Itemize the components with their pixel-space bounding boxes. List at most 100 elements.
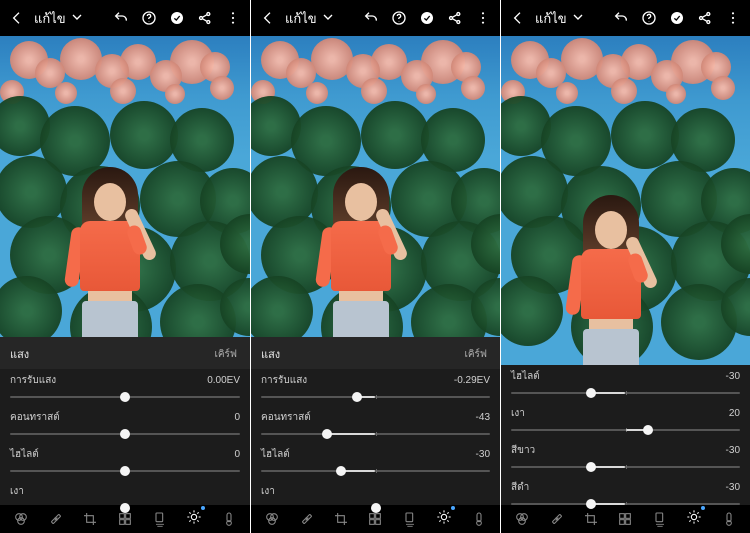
more-icon[interactable] bbox=[474, 9, 492, 27]
slider-track[interactable] bbox=[10, 464, 240, 478]
share-icon[interactable] bbox=[196, 9, 214, 27]
slider-knob[interactable] bbox=[336, 466, 346, 476]
slider-label: การรับแสง bbox=[261, 373, 307, 388]
slider-label: การรับแสง bbox=[10, 373, 56, 388]
help-icon[interactable] bbox=[390, 9, 408, 27]
slider-exposure[interactable]: การรับแสง 0.00EV bbox=[0, 369, 250, 406]
slider-knob[interactable] bbox=[643, 425, 653, 435]
tool-bar bbox=[501, 505, 750, 533]
help-icon[interactable] bbox=[140, 9, 158, 27]
share-icon[interactable] bbox=[696, 9, 714, 27]
editor-screen: แก้ไข ไฮไลต์ -30 bbox=[500, 0, 750, 533]
adjustments-panel: แสง เคิร์ฟ การรับแสง 0.00EV คอนทราสต์ 0 bbox=[0, 337, 250, 505]
slider-knob[interactable] bbox=[322, 429, 332, 439]
help-icon[interactable] bbox=[640, 9, 658, 27]
slider-value: -30 bbox=[476, 449, 490, 460]
slider-contrast[interactable]: คอนทราสต์ -43 bbox=[251, 406, 500, 443]
slider-exposure[interactable]: การรับแสง -0.29EV bbox=[251, 369, 500, 406]
curve-button[interactable]: เคิร์ฟ bbox=[214, 347, 240, 362]
mode-dropdown[interactable]: แก้ไข bbox=[535, 8, 586, 29]
tool-light-icon[interactable] bbox=[184, 509, 204, 529]
tool-versions-icon[interactable] bbox=[650, 509, 670, 529]
panel-section-header: แสง เคิร์ฟ bbox=[251, 337, 500, 369]
tool-healing-icon[interactable] bbox=[297, 509, 317, 529]
slider-track[interactable] bbox=[261, 427, 490, 441]
photo-canvas[interactable] bbox=[251, 36, 500, 337]
slider-value: 0 bbox=[234, 449, 240, 460]
slider-track[interactable] bbox=[511, 386, 740, 400]
slider-label: ไฮไลต์ bbox=[511, 369, 540, 384]
slider-value: -43 bbox=[476, 412, 490, 423]
slider-track[interactable] bbox=[511, 423, 740, 437]
tool-profiles-icon[interactable] bbox=[11, 509, 31, 529]
slider-highlights[interactable]: ไฮไลต์ -30 bbox=[251, 443, 500, 480]
slider-track[interactable] bbox=[261, 390, 490, 404]
tool-light-icon[interactable] bbox=[684, 509, 704, 529]
slider-shadows[interactable]: เงา 20 bbox=[501, 402, 750, 439]
tool-presets-icon[interactable] bbox=[615, 509, 635, 529]
slider-contrast[interactable]: คอนทราสต์ 0 bbox=[0, 406, 250, 443]
undo-icon[interactable] bbox=[612, 9, 630, 27]
slider-track[interactable] bbox=[10, 427, 240, 441]
more-icon[interactable] bbox=[224, 9, 242, 27]
slider-knob[interactable] bbox=[371, 503, 381, 513]
back-icon[interactable] bbox=[8, 9, 26, 27]
confirm-check-icon[interactable] bbox=[168, 9, 186, 27]
slider-value: -30 bbox=[726, 445, 740, 456]
slider-knob[interactable] bbox=[120, 392, 130, 402]
slider-knob[interactable] bbox=[120, 466, 130, 476]
slider-value: 0.00EV bbox=[207, 375, 240, 386]
tool-crop-icon[interactable] bbox=[331, 509, 351, 529]
mode-label: แก้ไข bbox=[535, 8, 567, 29]
slider-track[interactable] bbox=[511, 460, 740, 474]
slider-track[interactable] bbox=[261, 464, 490, 478]
mode-dropdown[interactable]: แก้ไข bbox=[34, 8, 85, 29]
slider-knob[interactable] bbox=[120, 429, 130, 439]
tool-light-icon[interactable] bbox=[434, 509, 454, 529]
tool-healing-icon[interactable] bbox=[46, 509, 66, 529]
slider-label: เงา bbox=[261, 484, 275, 499]
slider-knob[interactable] bbox=[586, 462, 596, 472]
top-app-bar: แก้ไข bbox=[501, 0, 750, 36]
slider-highlights[interactable]: ไฮไลต์ -30 bbox=[501, 365, 750, 402]
slider-value: -30 bbox=[726, 482, 740, 493]
tool-color-icon[interactable] bbox=[469, 509, 489, 529]
slider-highlights[interactable]: ไฮไลต์ 0 bbox=[0, 443, 250, 480]
photo-canvas[interactable] bbox=[0, 36, 250, 337]
undo-icon[interactable] bbox=[112, 9, 130, 27]
tool-versions-icon[interactable] bbox=[150, 509, 170, 529]
tool-profiles-icon[interactable] bbox=[262, 509, 282, 529]
tool-crop-icon[interactable] bbox=[581, 509, 601, 529]
tool-healing-icon[interactable] bbox=[547, 509, 567, 529]
mode-dropdown[interactable]: แก้ไข bbox=[285, 8, 336, 29]
photo-subject-person bbox=[301, 167, 421, 337]
tool-crop-icon[interactable] bbox=[80, 509, 100, 529]
slider-track[interactable] bbox=[10, 390, 240, 404]
photo-canvas[interactable] bbox=[501, 36, 750, 365]
panel-section-header: แสง เคิร์ฟ bbox=[0, 337, 250, 369]
slider-knob[interactable] bbox=[352, 392, 362, 402]
slider-knob[interactable] bbox=[120, 503, 130, 513]
curve-button[interactable]: เคิร์ฟ bbox=[464, 347, 490, 362]
adjustments-panel: แสง เคิร์ฟ การรับแสง -0.29EV คอนทราสต์ -… bbox=[251, 337, 500, 505]
slider-label: เงา bbox=[10, 484, 24, 499]
confirm-check-icon[interactable] bbox=[668, 9, 686, 27]
slider-value: 20 bbox=[729, 408, 740, 419]
tool-color-icon[interactable] bbox=[719, 509, 739, 529]
back-icon[interactable] bbox=[509, 9, 527, 27]
section-name: แสง bbox=[10, 345, 29, 363]
share-icon[interactable] bbox=[446, 9, 464, 27]
tool-versions-icon[interactable] bbox=[400, 509, 420, 529]
tool-profiles-icon[interactable] bbox=[512, 509, 532, 529]
back-icon[interactable] bbox=[259, 9, 277, 27]
slider-whites[interactable]: สีขาว -30 bbox=[501, 439, 750, 476]
confirm-check-icon[interactable] bbox=[418, 9, 436, 27]
caret-down-icon bbox=[320, 9, 336, 28]
slider-knob[interactable] bbox=[586, 499, 596, 509]
slider-knob[interactable] bbox=[586, 388, 596, 398]
adjustments-panel: ไฮไลต์ -30 เงา 20 สีขาว -30 bbox=[501, 365, 750, 505]
tool-color-icon[interactable] bbox=[219, 509, 239, 529]
undo-icon[interactable] bbox=[362, 9, 380, 27]
slider-label: สีดำ bbox=[511, 480, 529, 495]
more-icon[interactable] bbox=[724, 9, 742, 27]
